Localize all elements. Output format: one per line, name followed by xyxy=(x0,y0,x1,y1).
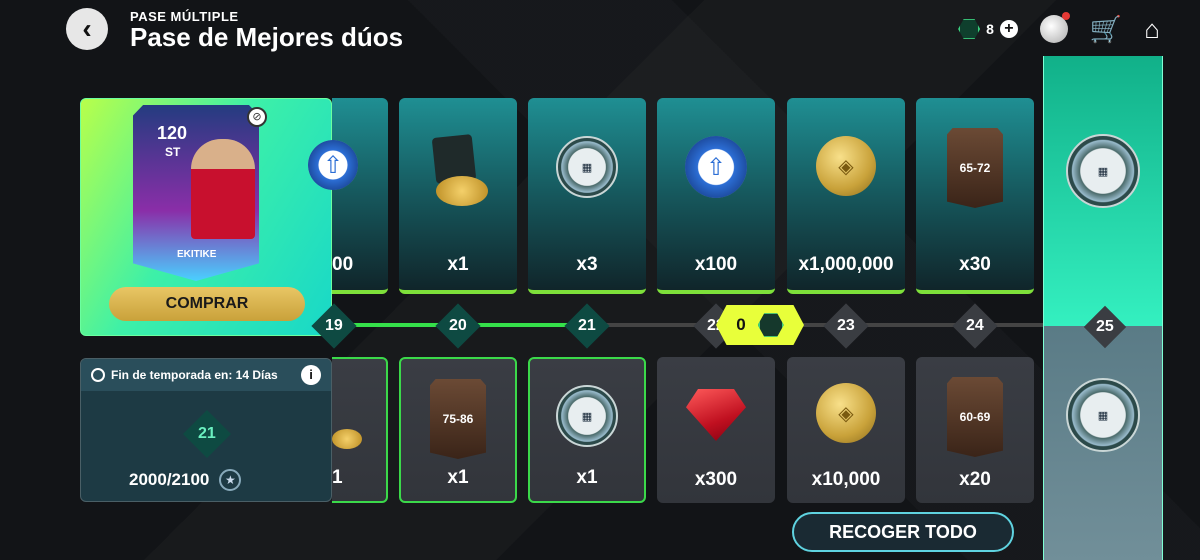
reward-tile[interactable]: ▦ x3 xyxy=(528,98,646,294)
season-xp: 2000/2100 ★ xyxy=(129,469,242,491)
reward-quantity: x20 xyxy=(959,469,991,490)
season-end-label: Fin de temporada en: 14 Días xyxy=(111,368,278,382)
untradeable-icon: ⊘ xyxy=(247,107,267,127)
upgrade-badge-icon: ⇧ xyxy=(308,140,358,190)
reward-tile[interactable]: ▦ x1 xyxy=(528,357,646,503)
player-name: EKITIKE xyxy=(177,249,217,260)
season-panel: Fin de temporada en: 14 Días i 21 2000/2… xyxy=(80,358,332,502)
reward-quantity: x30 xyxy=(959,254,991,275)
reward-tile[interactable]: 60-69 x20 xyxy=(916,357,1034,503)
reward-quantity: x1 xyxy=(447,254,469,275)
token-balance[interactable]: 8 + xyxy=(958,18,1018,40)
reward-tile[interactable]: ⇧ 00 xyxy=(308,98,388,294)
coin-icon: ◈ xyxy=(816,383,876,443)
reward-tile[interactable]: x300 xyxy=(657,357,775,503)
reward-quantity: 1 xyxy=(332,467,343,488)
upgrade-badge-icon: ⇧ xyxy=(685,136,747,198)
current-points-tag: 0 xyxy=(716,305,804,345)
pass-ticket-icon: ▦ xyxy=(556,136,618,198)
reward-quantity: x1 xyxy=(447,467,469,488)
gem-icon xyxy=(686,389,746,441)
pass-ticket-icon: ▦ xyxy=(556,385,618,447)
featured-reward-column[interactable]: ▦ 25 ▦ xyxy=(1043,56,1163,560)
reward-tile[interactable]: ◈ x1,000,000 xyxy=(787,98,905,294)
notifications-ball-icon[interactable] xyxy=(1039,12,1070,43)
pass-token-icon xyxy=(757,313,784,337)
reward-tile[interactable]: ◈ x10,000 xyxy=(787,357,905,503)
buy-button[interactable]: COMPRAR xyxy=(109,287,305,321)
player-position: ST xyxy=(165,145,181,159)
home-icon[interactable]: ⌂ xyxy=(1144,14,1160,45)
reward-tile[interactable]: 1 xyxy=(332,357,388,503)
coin-icon: ◈ xyxy=(816,136,876,196)
page-title: Pase de Mejores dúos xyxy=(130,22,404,52)
player-rating: 120 xyxy=(157,123,188,143)
season-level-badge: 21 xyxy=(182,409,232,459)
reward-quantity: x3 xyxy=(576,254,598,275)
reward-tile[interactable]: 75-86 x1 xyxy=(399,357,517,503)
current-points: 0 xyxy=(736,315,746,334)
season-header: Fin de temporada en: 14 Días i xyxy=(81,359,331,391)
back-button[interactable]: ‹ xyxy=(66,8,108,50)
pass-ticket-icon: ▦ xyxy=(1066,378,1140,452)
info-icon[interactable]: i xyxy=(301,365,321,385)
add-tokens-icon[interactable]: + xyxy=(999,20,1018,38)
cart-icon[interactable]: 🛒 xyxy=(1090,14,1122,45)
reward-tile[interactable]: ⇧ x100 xyxy=(657,98,775,294)
player-pick-icon: 75-86 xyxy=(430,379,486,459)
player-pick-icon: 60-69 xyxy=(947,377,1003,457)
reward-tile[interactable]: 65-72 x30 xyxy=(916,98,1034,294)
pass-token-icon xyxy=(958,19,981,39)
season-xp-value: 2000/2100 xyxy=(129,470,210,489)
reward-quantity: x100 xyxy=(694,254,738,275)
player-image xyxy=(191,139,255,239)
chevron-left-icon: ‹ xyxy=(82,13,92,44)
reward-quantity: x1,000,000 xyxy=(798,254,894,275)
reward-tile[interactable]: x1 xyxy=(399,98,517,294)
collect-all-button[interactable]: RECOGER TODO xyxy=(792,512,1014,552)
player-offer-card[interactable]: 120 ST EKITIKE ⊘ COMPRAR xyxy=(80,98,332,336)
reward-quantity: 00 xyxy=(332,254,354,275)
coin-pack-icon xyxy=(426,134,490,206)
pass-ticket-icon: ▦ xyxy=(1066,134,1140,208)
reward-quantity: x10,000 xyxy=(811,469,881,490)
clock-icon xyxy=(91,368,105,382)
reward-quantity: x300 xyxy=(694,469,738,490)
coin-pack-icon xyxy=(332,409,362,449)
token-count: 8 xyxy=(986,21,994,37)
xp-star-icon: ★ xyxy=(219,469,242,491)
season-level: 21 xyxy=(198,424,216,442)
player-pick-icon: 65-72 xyxy=(947,128,1003,208)
top-bar: 8 + 🛒 ⌂ xyxy=(958,12,1160,46)
reward-quantity: x1 xyxy=(576,467,598,488)
